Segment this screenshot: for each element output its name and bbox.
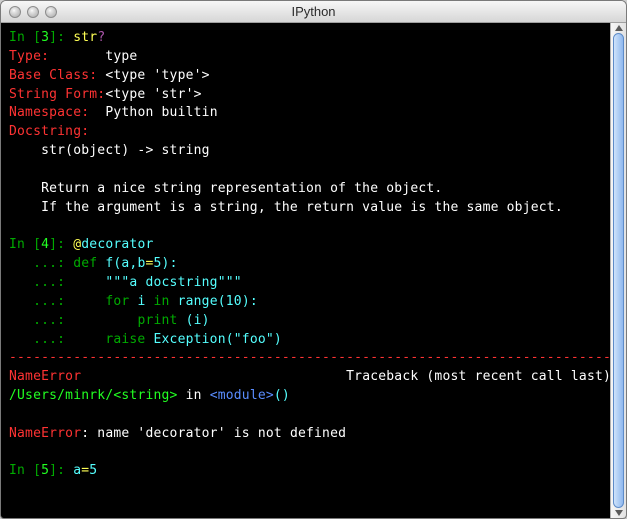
info-base-label: Base Class:	[9, 68, 97, 83]
prompt-close: ]:	[49, 30, 73, 45]
info-form-value: <type 'str'>	[105, 87, 201, 102]
prompt-num: 3	[41, 30, 49, 45]
expr-str: str	[73, 30, 97, 45]
prompt-in: In [	[9, 30, 41, 45]
scroll-up-icon[interactable]	[615, 25, 623, 31]
print-arg: (i)	[178, 313, 210, 328]
def-kw: def	[73, 256, 97, 271]
qmark: ?	[97, 30, 105, 45]
in-kw: in	[154, 294, 170, 309]
tb-separator: ----------------------------------------…	[9, 350, 610, 365]
five: 5	[154, 256, 162, 271]
close-icon[interactable]	[9, 6, 21, 18]
info-type-value: type	[105, 49, 137, 64]
for-kw: for	[105, 294, 129, 309]
assign-val: 5	[89, 463, 97, 478]
minimize-icon[interactable]	[27, 6, 39, 18]
info-form-label: String Form:	[9, 87, 105, 102]
doc-line1: str(object) -> string	[9, 143, 210, 158]
raise-kw: raise	[105, 332, 145, 347]
scroll-track[interactable]	[611, 33, 626, 508]
scroll-down-icon[interactable]	[615, 510, 623, 516]
tb-msg-rest: : name 'decorator' is not defined	[81, 426, 346, 441]
window-controls	[9, 6, 57, 18]
doc-line2: Return a nice string representation of t…	[9, 181, 442, 196]
tb-path1: /Users/minrk/	[9, 388, 113, 403]
range-call: range(	[170, 294, 226, 309]
info-ns-label: Namespace:	[9, 105, 89, 120]
cont-4: ...:	[9, 313, 73, 328]
tb-msg-prefix: NameError	[9, 426, 81, 441]
tb-module: <module>	[210, 388, 274, 403]
terminal-output[interactable]: In [3]: str? Type: type Base Class: <typ…	[1, 23, 610, 518]
titlebar[interactable]: IPython	[1, 1, 626, 23]
prompt-num-5: 5	[41, 463, 49, 478]
tb-label: Traceback (most recent call last)	[346, 369, 610, 384]
eq-1: =	[145, 256, 153, 271]
tb-in: in	[178, 388, 210, 403]
zoom-icon[interactable]	[45, 6, 57, 18]
content-wrap: In [3]: str? Type: type Base Class: <typ…	[1, 23, 626, 518]
decorator-name: decorator	[81, 237, 153, 252]
info-base-value: <type 'type'>	[105, 68, 209, 83]
exc-close: )	[274, 332, 282, 347]
closeparen: ):	[162, 256, 178, 271]
cont-2: ...:	[9, 275, 73, 290]
ten: 10	[226, 294, 242, 309]
prompt-in-5: In [	[9, 463, 41, 478]
info-ns-value: Python builtin	[105, 105, 217, 120]
cont-1: ...:	[9, 256, 73, 271]
prompt-close-5: ]:	[49, 463, 73, 478]
doc-string: """a docstring"""	[105, 275, 241, 290]
prompt-in-4: In [	[9, 237, 41, 252]
range-close: ):	[242, 294, 258, 309]
cont-5: ...:	[9, 332, 73, 347]
window-title: IPython	[1, 4, 626, 19]
exc-call: Exception(	[145, 332, 233, 347]
print-kw: print	[137, 313, 177, 328]
scrollbar[interactable]	[610, 23, 626, 518]
doc-line3: If the argument is a string, the return …	[9, 200, 563, 215]
terminal-window: IPython In [3]: str? Type: type Base Cla…	[0, 0, 627, 519]
tb-parens: ()	[274, 388, 290, 403]
foo-str: "foo"	[234, 332, 274, 347]
scroll-thumb[interactable]	[613, 33, 624, 508]
prompt-num-4: 4	[41, 237, 49, 252]
i-var: i	[129, 294, 153, 309]
info-type-label: Type:	[9, 49, 49, 64]
info-doc-label: Docstring:	[9, 124, 89, 139]
tb-errname: NameError	[9, 369, 81, 384]
prompt-close-4: ]:	[49, 237, 73, 252]
tb-path2: <string>	[113, 388, 177, 403]
cont-3: ...:	[9, 294, 73, 309]
fn-sig: f(a,b	[97, 256, 145, 271]
